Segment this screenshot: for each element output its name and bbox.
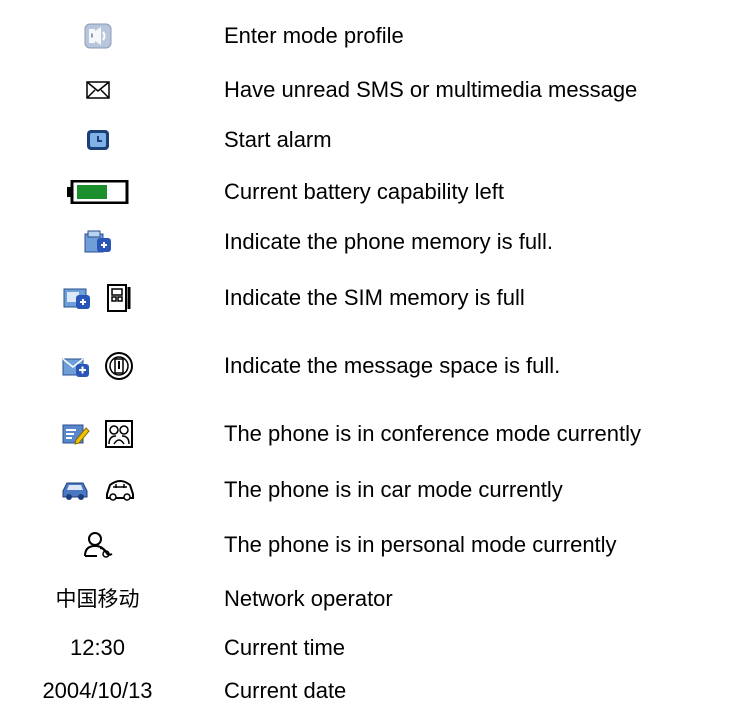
battery-icon [66,179,129,205]
legend-row: Enter mode profile [0,16,755,56]
legend-row: 2004/10/13 Current date [0,671,755,711]
legend-row: Current battery capability left [0,172,755,212]
conference-mode-icon [62,422,90,446]
envelope-icon [85,80,110,100]
row-description: Indicate the SIM memory is full [224,285,525,310]
row-description: Current time [224,635,346,660]
alarm-clock-icon [86,129,110,151]
message-full-outline-icon [104,351,134,381]
date-display: 2004/10/13 [42,678,153,703]
row-description: Indicate the message space is full. [224,353,561,378]
row-description: The phone is in conference mode currentl… [224,421,642,446]
legend-row: Start alarm [0,120,755,160]
time-display: 12:30 [69,635,126,660]
row-description: The phone is in car mode currently [224,477,563,502]
status-icon-legend: { "rows": [ { "icons": ["profile-mode-ic… [0,0,755,711]
legend-row: Indicate the message space is full. [0,346,755,386]
legend-row: The phone is in personal mode currently [0,525,755,565]
phone-memory-full-icon [84,230,112,254]
legend-row: 12:30 Current time [0,628,755,668]
car-mode-outline-icon [104,478,136,502]
personal-mode-icon [82,530,114,560]
row-description: The phone is in personal mode currently [224,532,617,557]
legend-row: Indicate the phone memory is full. [0,222,755,262]
row-description: Indicate the phone memory is full. [224,229,553,254]
row-description: Network operator [224,586,393,611]
row-description: Current battery capability left [224,179,505,204]
legend-row: The phone is in conference mode currentl… [0,414,755,454]
row-description: Enter mode profile [224,23,404,48]
sim-card-icon [105,283,133,313]
legend-row: 中国移动 Network operator [0,579,755,619]
legend-row: Indicate the SIM memory is full [0,278,755,318]
row-description: Current date [224,678,347,703]
row-description: Start alarm [224,127,332,152]
profile-mode-icon [84,23,112,49]
conference-mode-outline-icon [104,419,134,449]
car-mode-icon [60,479,90,501]
legend-row: The phone is in car mode currently [0,470,755,510]
sim-memory-full-icon [63,286,91,310]
row-description: Have unread SMS or multimedia message [224,77,638,102]
message-space-full-icon [62,354,90,378]
operator-name: 中国移动 [55,587,140,611]
legend-row: Have unread SMS or multimedia message [0,70,755,110]
